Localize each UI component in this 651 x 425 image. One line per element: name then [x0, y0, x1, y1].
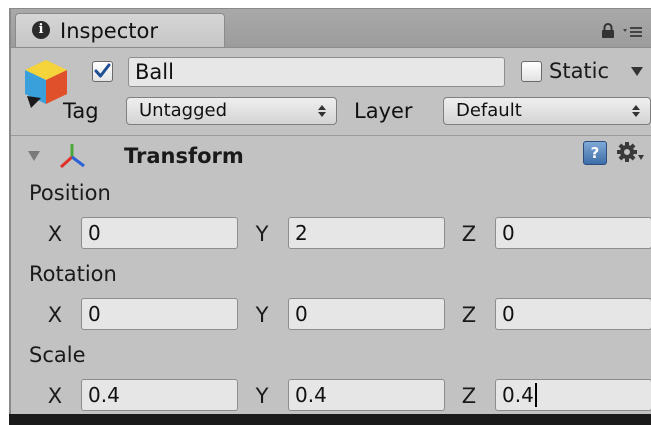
transform-icon [59, 144, 85, 169]
scale-z-value: 0.4 [502, 383, 534, 407]
updown-arrows-icon [318, 105, 326, 117]
layer-label: Layer [354, 99, 413, 123]
rotation-label: Rotation [29, 262, 117, 286]
tab-inspector[interactable]: i Inspector [15, 13, 225, 47]
position-y-field[interactable]: 2 [288, 217, 445, 249]
help-icon[interactable]: ? [583, 141, 607, 165]
updown-arrows-icon [632, 105, 640, 117]
position-label: Position [29, 181, 111, 205]
position-x-label: X [47, 222, 63, 246]
tab-label: Inspector [60, 19, 158, 43]
object-name-field[interactable]: Ball [128, 57, 505, 87]
bottom-border [9, 414, 651, 425]
scale-z-label: Z [461, 384, 477, 408]
static-checkbox[interactable] [521, 61, 542, 82]
scale-label: Scale [29, 343, 86, 367]
position-x-field[interactable]: 0 [81, 217, 238, 249]
position-y-label: Y [255, 222, 269, 246]
inspector-panel: i Inspector Ball Static Tag Untagged Lay… [9, 8, 651, 414]
rotation-x-field[interactable]: 0 [81, 298, 238, 330]
rotation-y-label: Y [255, 303, 269, 327]
rotation-y-field[interactable]: 0 [288, 298, 445, 330]
active-checkbox[interactable] [92, 61, 113, 82]
lock-icon[interactable] [601, 23, 615, 39]
scale-y-field[interactable]: 0.4 [288, 379, 445, 411]
position-z-label: Z [461, 222, 477, 246]
tag-label: Tag [63, 99, 99, 123]
scale-x-label: X [47, 384, 63, 408]
rotation-z-field[interactable]: 0 [495, 298, 651, 330]
info-icon: i [32, 21, 50, 39]
text-caret [534, 383, 537, 407]
rotation-x-label: X [47, 303, 63, 327]
chevron-down-icon[interactable] [630, 65, 644, 77]
scale-y-label: Y [255, 384, 269, 408]
menu-icon[interactable] [623, 25, 643, 39]
rotation-z-label: Z [461, 303, 477, 327]
tag-dropdown[interactable]: Untagged [126, 97, 337, 125]
position-z-field[interactable]: 0 [495, 217, 651, 249]
layer-dropdown[interactable]: Default [443, 97, 651, 125]
foldout-arrow-icon[interactable] [27, 150, 41, 162]
component-title: Transform [124, 144, 244, 168]
tab-strip: i Inspector [11, 9, 651, 48]
scale-z-field[interactable]: 0.4 [495, 379, 651, 411]
divider [11, 135, 651, 136]
tag-value: Untagged [139, 100, 228, 121]
layer-value: Default [456, 100, 522, 121]
scale-x-field[interactable]: 0.4 [81, 379, 238, 411]
checkmark-icon [94, 63, 111, 78]
settings-icon[interactable] [616, 141, 646, 167]
static-label: Static [549, 59, 610, 83]
